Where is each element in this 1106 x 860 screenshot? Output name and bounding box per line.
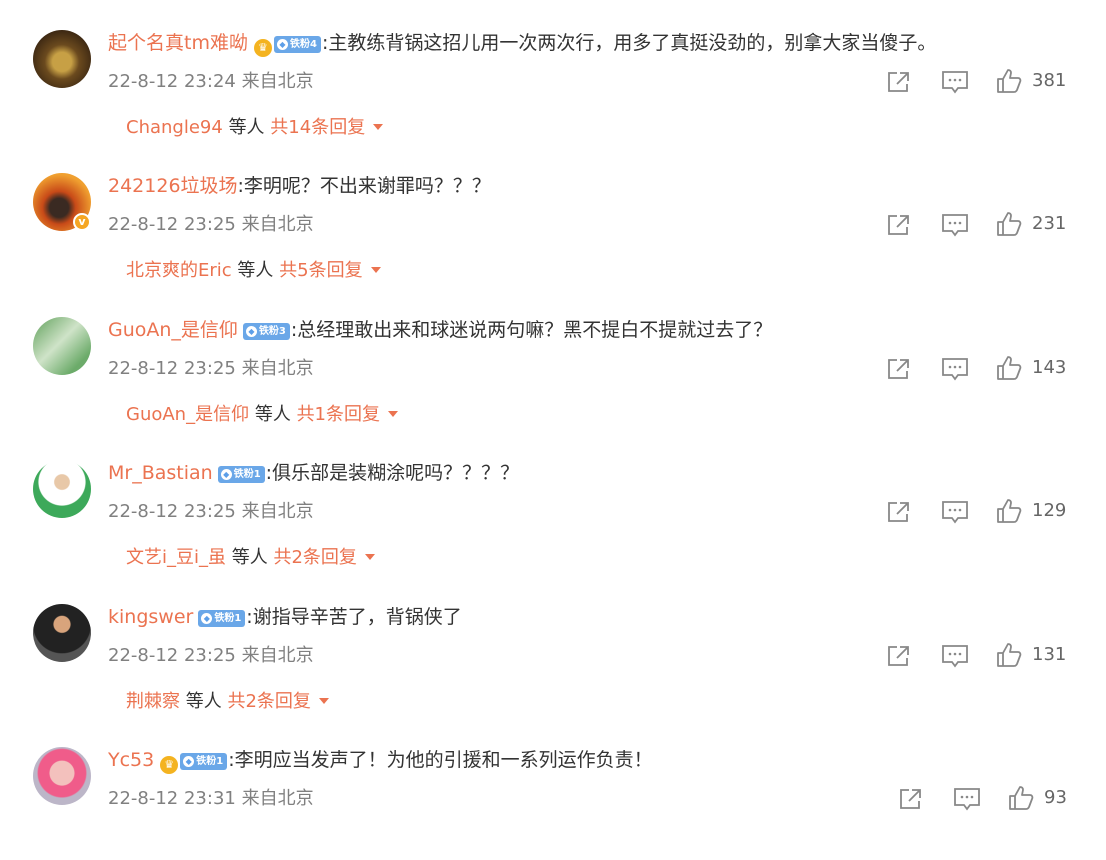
like-count: 381 (1032, 70, 1067, 91)
comment-header: kingswer ◆ 铁粉1:谢指导辛苦了，背锅侠了 (108, 604, 462, 630)
comment-icon[interactable] (941, 70, 969, 94)
comment-icon[interactable] (941, 213, 969, 237)
diamond-icon: ◆ (276, 39, 288, 50)
comment-item: 起个名真tm难呦 ♛ ◆ 铁粉4:主教练背锅这招儿用一次两次行，用多了真挺没劲的，别拿… (0, 0, 1106, 143)
verified-icon: v (73, 213, 91, 231)
comment-icon[interactable] (941, 357, 969, 381)
comment-time: 22-8-12 23:25 来自北京 (108, 645, 314, 666)
reply-total[interactable]: 共2条回复 (227, 691, 310, 712)
comment-header: Mr_Bastian ◆ 铁粉1:俱乐部是装糊涂呢吗？？？？ (108, 460, 519, 486)
share-icon[interactable] (898, 787, 924, 811)
reply-user[interactable]: Changle94 (126, 117, 223, 138)
replies-summary[interactable]: 荆棘察 等人 共2条回复 (126, 687, 329, 713)
diamond-icon: ◆ (220, 469, 232, 480)
fan-badge[interactable]: ◆ 铁粉1 (198, 610, 246, 627)
username[interactable]: GuoAn_是信仰 (108, 319, 238, 341)
diamond-icon: ◆ (201, 613, 213, 624)
replies-summary[interactable]: Changle94 等人 共14条回复 (126, 113, 384, 139)
reply-others: 等人 (231, 547, 268, 568)
share-icon[interactable] (886, 213, 912, 237)
share-icon[interactable] (886, 500, 912, 524)
fan-badge[interactable]: ◆ 铁粉1 (217, 466, 265, 483)
chevron-down-icon[interactable] (373, 124, 384, 130)
reply-user[interactable]: GuoAn_是信仰 (126, 404, 249, 425)
like-icon[interactable] (996, 68, 1022, 94)
username[interactable]: 242126垃圾场 (108, 175, 238, 197)
reply-others: 等人 (185, 691, 222, 712)
avatar[interactable] (33, 460, 91, 518)
reply-total[interactable]: 共14条回复 (270, 117, 365, 138)
reply-user[interactable]: 北京爽的Eric (126, 260, 232, 281)
comment-item: v 242126垃圾场:李明呢？不出来谢罪吗？？？ 22-8-12 23:25 … (0, 143, 1106, 286)
replies-summary[interactable]: 文艺i_豆i_虽 等人 共2条回复 (126, 543, 375, 569)
like-count: 131 (1032, 644, 1067, 665)
fan-badge[interactable]: ◆ 铁粉1 (180, 753, 228, 770)
comment-header: Yc53 ♛ ◆ 铁粉1:李明应当发声了！为他的引援和一系列运作负责！ (108, 747, 653, 774)
avatar[interactable] (33, 747, 91, 805)
share-icon[interactable] (886, 644, 912, 668)
crown-icon: ♛ (253, 39, 272, 57)
comment-text: :主教练背锅这招儿用一次两次行，用多了真挺没劲的，别拿大家当傻子。 (321, 32, 937, 54)
diamond-icon: ◆ (183, 756, 195, 767)
username[interactable]: 起个名真tm难呦 (108, 32, 248, 54)
chevron-down-icon[interactable] (388, 411, 399, 417)
like-icon[interactable] (996, 642, 1022, 668)
like-count: 231 (1032, 213, 1067, 234)
comment-item: Mr_Bastian ◆ 铁粉1:俱乐部是装糊涂呢吗？？？？ 22-8-12 23:… (0, 430, 1106, 573)
comment-time: 22-8-12 23:25 来自北京 (108, 358, 314, 379)
comment-text: :李明呢？不出来谢罪吗？？？ (237, 175, 491, 197)
like-icon[interactable] (996, 498, 1022, 524)
reply-user[interactable]: 文艺i_豆i_虽 (126, 547, 226, 568)
username[interactable]: kingswer (108, 606, 193, 628)
comment-item: Yc53 ♛ ◆ 铁粉1:李明应当发声了！为他的引援和一系列运作负责！ 22-8-12… (0, 717, 1106, 860)
comment-text: :总经理敢出来和球迷说两句嘛？黑不提白不提就过去了？ (290, 319, 773, 341)
comment-item: kingswer ◆ 铁粉1:谢指导辛苦了，背锅侠了 22-8-12 23:25 来… (0, 574, 1106, 717)
fan-badge[interactable]: ◆ 铁粉3 (242, 323, 290, 340)
share-icon[interactable] (886, 70, 912, 94)
comment-time: 22-8-12 23:31 来自北京 (108, 788, 314, 809)
comment-icon[interactable] (941, 500, 969, 524)
avatar[interactable] (33, 604, 91, 662)
like-icon[interactable] (1008, 785, 1034, 811)
comment-icon[interactable] (941, 644, 969, 668)
comment-time: 22-8-12 23:25 来自北京 (108, 214, 314, 235)
username[interactable]: Mr_Bastian (108, 462, 213, 484)
reply-others: 等人 (228, 117, 265, 138)
replies-summary[interactable]: 北京爽的Eric 等人 共5条回复 (126, 256, 381, 282)
chevron-down-icon[interactable] (370, 267, 381, 273)
like-icon[interactable] (996, 355, 1022, 381)
comment-header: 起个名真tm难呦 ♛ ◆ 铁粉4:主教练背锅这招儿用一次两次行，用多了真挺没劲的，别拿… (108, 30, 936, 57)
like-icon[interactable] (996, 211, 1022, 237)
comment-icon[interactable] (953, 787, 981, 811)
reply-user[interactable]: 荆棘察 (126, 691, 180, 712)
fan-badge[interactable]: ◆ 铁粉4 (273, 36, 321, 53)
like-count: 93 (1044, 787, 1067, 808)
reply-total[interactable]: 共2条回复 (273, 547, 356, 568)
diamond-icon: ◆ (245, 326, 257, 337)
like-count: 143 (1032, 357, 1067, 378)
comment-item: GuoAn_是信仰 ◆ 铁粉3:总经理敢出来和球迷说两句嘛？黑不提白不提就过去了？ … (0, 287, 1106, 430)
replies-summary[interactable]: GuoAn_是信仰 等人 共1条回复 (126, 400, 399, 426)
avatar[interactable] (33, 30, 91, 88)
reply-total[interactable]: 共1条回复 (297, 404, 380, 425)
comment-time: 22-8-12 23:24 来自北京 (108, 71, 314, 92)
avatar[interactable] (33, 317, 91, 375)
reply-total[interactable]: 共5条回复 (279, 260, 362, 281)
reply-others: 等人 (254, 404, 291, 425)
comment-text: :俱乐部是装糊涂呢吗？？？？ (265, 462, 520, 484)
chevron-down-icon[interactable] (364, 554, 375, 560)
username[interactable]: Yc53 (108, 749, 154, 771)
share-icon[interactable] (886, 357, 912, 381)
comment-header: 242126垃圾场:李明呢？不出来谢罪吗？？？ (108, 173, 491, 199)
comment-header: GuoAn_是信仰 ◆ 铁粉3:总经理敢出来和球迷说两句嘛？黑不提白不提就过去了？ (108, 317, 772, 343)
comment-text: :谢指导辛苦了，背锅侠了 (246, 606, 462, 628)
chevron-down-icon[interactable] (318, 698, 329, 704)
like-count: 129 (1032, 500, 1067, 521)
comment-text: :李明应当发声了！为他的引援和一系列运作负责！ (228, 749, 653, 771)
reply-others: 等人 (237, 260, 274, 281)
crown-icon: ♛ (160, 756, 179, 774)
comment-time: 22-8-12 23:25 来自北京 (108, 501, 314, 522)
